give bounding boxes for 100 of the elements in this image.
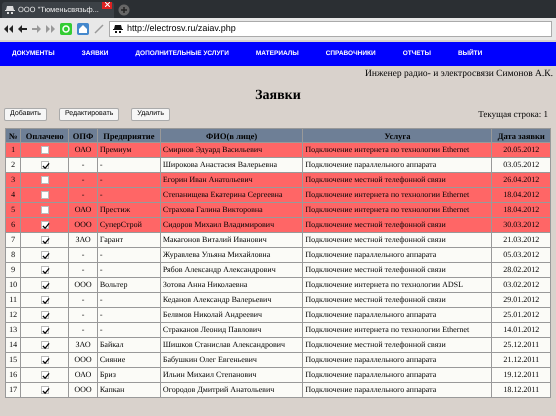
table-row[interactable]: 1 ОАО Премиум Смирнов Эдуард Васильевич Подключение интернета по технологии Ethernet 20.05.2012	[6, 142, 550, 158]
address-field[interactable]: http://electrosv.ru/zaiav.php	[109, 21, 552, 37]
table-cell: -	[97, 262, 160, 278]
table-cell: Гарант	[97, 232, 160, 248]
table-cell: 12	[6, 308, 21, 323]
table-cell: -	[97, 158, 160, 173]
table-cell: Подключение интернета по технологии Ethernet	[302, 202, 492, 218]
table-cell: Широкова Анастасия Валерьевна	[160, 158, 303, 173]
table-cell: 21.12.2011	[492, 352, 550, 368]
table-cell: Степанищева Екатерина Сергеевна	[160, 188, 303, 203]
table-row[interactable]: 15 ООО Сияние Бабушкин Олег Евгеньевич Подключение параллельного аппарата 21.12.2011	[6, 352, 550, 368]
current-row-label: Текущая строка: 1	[478, 108, 549, 121]
table-cell: 16	[6, 368, 21, 383]
table-cell: Бабушкин Олег Евгеньевич	[160, 352, 303, 368]
user-title: Инженер радио- и электросвязи Симонов А.К.	[364, 68, 554, 80]
table-cell: Зотова Анна Николаевна	[160, 278, 303, 293]
table-cell: ООО	[68, 218, 98, 233]
table-row[interactable]: 9 - - Рябов Александр Александрович Подключение местной телефонной связи 28.02.2012	[6, 262, 550, 278]
table-cell: Премиум	[97, 142, 160, 158]
column-header: ОПФ	[68, 128, 98, 143]
table-cell: 03.02.2012	[492, 278, 550, 293]
table-cell: 8	[6, 248, 21, 263]
checkbox[interactable]	[40, 296, 49, 304]
table-cell: Огородов Дмитрий Анатольевич	[160, 382, 303, 398]
table-cell: 5	[6, 202, 21, 218]
table-cell: Подключение местной телефонной связи	[302, 218, 492, 233]
table-cell: 30.03.2012	[492, 218, 550, 233]
home-icon[interactable]	[77, 23, 89, 35]
table-cell: 15	[6, 352, 21, 368]
table-cell: Белвмов Николай Андреевич	[160, 308, 303, 323]
table-cell: Байкал	[97, 338, 160, 353]
table-cell: ОАО	[68, 368, 98, 383]
checkbox[interactable]	[40, 266, 49, 274]
checkbox[interactable]	[40, 341, 49, 350]
table-cell: ООО	[68, 352, 98, 368]
checkbox[interactable]	[40, 386, 49, 394]
back-icon[interactable]	[18, 25, 27, 33]
table-cell: Подключение местной телефонной связи	[302, 292, 492, 308]
table-cell: 10	[6, 278, 21, 293]
table-cell: Подключение интернета по технологии Ethernet	[302, 142, 492, 158]
checkbox[interactable]	[40, 206, 49, 214]
column-header: Предприятие	[97, 128, 160, 143]
table-cell: Ильин Михаил Степанович	[160, 368, 303, 383]
table-row[interactable]: 13 - - Страканов Леонид Павлович Подключение интернета по технологии Ethernet 14.01.2012	[6, 322, 550, 338]
table-cell: 19.12.2011	[492, 368, 550, 383]
checkbox[interactable]	[40, 236, 49, 244]
close-tab-button[interactable]	[102, 2, 112, 9]
new-tab-icon[interactable]	[118, 4, 130, 16]
table-cell: Престиж	[97, 202, 160, 218]
table-cell: 6	[6, 218, 21, 233]
checkbox[interactable]	[40, 251, 49, 260]
table-cell: -	[68, 308, 98, 323]
column-header: ФИО(в лице)	[160, 128, 303, 143]
table-row[interactable]: 7 ЗАО Гарант Макагонов Виталий Иванович Подключение местной телефонной связи 21.03.2012	[6, 232, 550, 248]
table-row[interactable]: 2 - - Широкова Анастасия Валерьевна Подключение параллельного аппарата 03.05.2012	[6, 158, 550, 173]
rewind-icon[interactable]	[4, 25, 13, 33]
table-cell: 18.12.2011	[492, 382, 550, 398]
table-row[interactable]: 4 - - Степанищева Екатерина Сергеевна Подключение интернета по технологии Ethernet 18.04.2012	[6, 188, 550, 203]
table-row[interactable]: 3 - - Егорин Иван Анатольевич Подключение местной телефонной связи 26.04.2012	[6, 172, 550, 188]
table-cell: -	[68, 248, 98, 263]
table-cell: 05.03.2012	[492, 248, 550, 263]
table-row[interactable]: 6 ООО СуперСтрой Сидоров Михаил Владимирович Подключение местной телефонной связи 30.03.2012	[6, 218, 550, 233]
table-row[interactable]: 12 - - Белвмов Николай Андреевич Подключение параллельного аппарата 25.01.2012	[6, 308, 550, 323]
checkbox[interactable]	[40, 281, 49, 290]
table-row[interactable]: 8 - - Журавлева Ульяна Михайловна Подключение параллельного аппарата 05.03.2012	[6, 248, 550, 263]
table-row[interactable]: 16 ОАО Бриз Ильин Михаил Степанович Подключение параллельного аппарата 19.12.2011	[6, 368, 550, 383]
table-cell: -	[97, 172, 160, 188]
table-cell: Подключение интернета по технологии Ethernet	[302, 188, 492, 203]
table-cell: 3	[6, 172, 21, 188]
table-cell: 26.04.2012	[492, 172, 550, 188]
table-cell: 14	[6, 338, 21, 353]
table-row[interactable]: 10 ООО Вольтер Зотова Анна Николаевна Подключение интернета по технологии ADSL 03.02.2012	[6, 278, 550, 293]
table-cell: ЗАО	[68, 232, 98, 248]
table-row[interactable]: 5 ОАО Престиж Страхова Галина Викторовна Подключение интернета по технологии Ethernet 18.04.2012	[6, 202, 550, 218]
checkbox[interactable]	[40, 146, 49, 154]
table-cell: -	[97, 308, 160, 323]
checkbox[interactable]	[40, 221, 49, 230]
table-row[interactable]: 11 - - Кеданов Александр Валерьевич Подключение местной телефонной связи 29.01.2012	[6, 292, 550, 308]
checkbox[interactable]	[40, 176, 49, 184]
table-cell: 7	[6, 232, 21, 248]
checkbox[interactable]	[40, 356, 49, 364]
table-cell: Подключение параллельного аппарата	[302, 382, 492, 398]
table-cell: -	[97, 188, 160, 203]
table-row[interactable]: 14 ЗАО Байкал Шишков Станислав Александрович Подключение местной телефонной связи 25.12.2011	[6, 338, 550, 353]
table-row[interactable]: 17 ООО Капкан Огородов Дмитрий Анатольевич Подключение параллельного аппарата 18.12.2011	[6, 382, 550, 398]
table-cell: 20.05.2012	[492, 142, 550, 158]
table-cell: Страканов Леонид Павлович	[160, 322, 303, 338]
table-cell: 4	[6, 188, 21, 203]
checkbox[interactable]	[40, 191, 49, 200]
checkbox[interactable]	[40, 371, 49, 380]
table-cell: 17	[6, 382, 21, 398]
table-cell: 18.04.2012	[492, 202, 550, 218]
checkbox[interactable]	[40, 311, 49, 320]
checkbox[interactable]	[40, 161, 49, 170]
checkbox[interactable]	[40, 326, 49, 334]
table-cell: Смирнов Эдуард Васильевич	[160, 142, 303, 158]
table-cell: СуперСтрой	[97, 218, 160, 233]
table-cell: Подключение интернета по технологии ADSL	[302, 278, 492, 293]
column-header: Оплачено	[20, 128, 69, 143]
table-cell: Журавлева Ульяна Михайловна	[160, 248, 303, 263]
